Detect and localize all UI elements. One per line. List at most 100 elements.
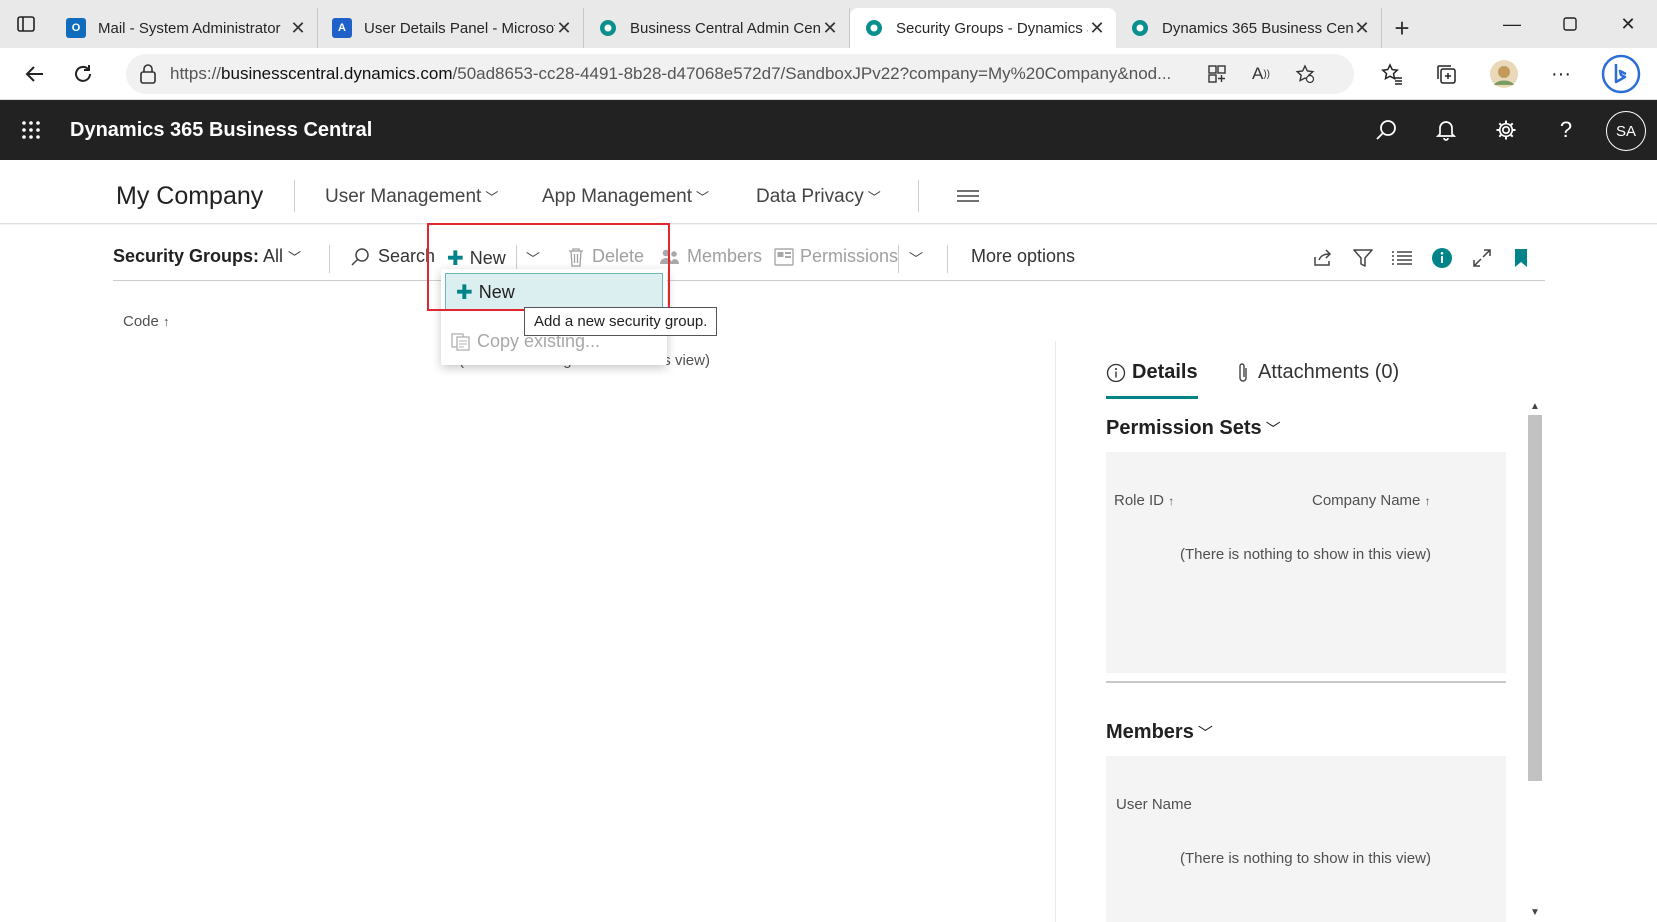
nav-separator: [294, 180, 295, 212]
share-icon: [1314, 249, 1332, 266]
share-button[interactable]: [1309, 244, 1337, 272]
more-options-button[interactable]: More options: [971, 246, 1075, 267]
action-separator: [898, 245, 899, 273]
column-header-company-name[interactable]: Company Name ↑: [1312, 492, 1431, 509]
collections-icon: [1437, 65, 1456, 84]
nav-app-management[interactable]: App Management ﹀: [542, 186, 709, 208]
people-icon: [660, 249, 679, 264]
browser-tab-admin-center[interactable]: Business Central Admin Center ✕: [584, 8, 850, 48]
browser-tab-mail[interactable]: O Mail - System Administrator ✕: [52, 8, 318, 48]
search-button[interactable]: [1361, 100, 1411, 160]
members-button[interactable]: Members: [659, 246, 762, 267]
permissions-icon: [774, 247, 794, 266]
nav-menu-button[interactable]: [957, 188, 979, 209]
back-arrow-icon: [25, 65, 43, 82]
nav-user-management[interactable]: User Management ﹀: [325, 186, 498, 208]
paperclip-icon: [1239, 362, 1247, 382]
outlook-icon: O: [66, 18, 86, 38]
nav-data-privacy[interactable]: Data Privacy ﹀: [756, 186, 881, 208]
address-bar[interactable]: https://businesscentral.dynamics.com/50a…: [126, 54, 1354, 94]
app-launcher-button[interactable]: [0, 120, 62, 140]
scroll-down-arrow-icon[interactable]: ▼: [1530, 907, 1540, 918]
page-caption: Security Groups:: [113, 246, 260, 266]
members-section-header[interactable]: Members ﹀: [1106, 721, 1213, 744]
section-divider: [1106, 681, 1506, 683]
chevron-down-icon: ﹀: [526, 251, 540, 267]
tab-actions-icon: [17, 16, 35, 32]
close-tab-icon[interactable]: ✕: [555, 18, 573, 39]
expand-icon: [1473, 249, 1491, 267]
refresh-button[interactable]: [60, 51, 106, 97]
filter-icon: [1353, 249, 1373, 267]
add-favorite-icon[interactable]: [1283, 54, 1327, 94]
column-header-code[interactable]: Code ↑: [123, 313, 170, 330]
bing-copilot-button[interactable]: [1598, 51, 1644, 97]
tab-actions-button[interactable]: [0, 0, 52, 48]
profile-button[interactable]: [1484, 54, 1524, 94]
bookmark-button[interactable]: [1507, 244, 1535, 272]
tab-details[interactable]: Details: [1106, 361, 1198, 384]
favorites-icon: [1381, 63, 1402, 85]
read-aloud-icon[interactable]: A)): [1239, 54, 1283, 94]
new-tab-button[interactable]: +: [1382, 8, 1422, 48]
user-avatar[interactable]: SA: [1606, 111, 1646, 151]
url-text[interactable]: https://businesscentral.dynamics.com/50a…: [170, 64, 1195, 84]
close-window-button[interactable]: ✕: [1598, 0, 1657, 48]
info-outline-icon: [1106, 363, 1126, 382]
close-tab-icon[interactable]: ✕: [1088, 18, 1106, 39]
info-icon: [1432, 248, 1452, 268]
list-view-button[interactable]: [1388, 244, 1416, 272]
bell-icon: [1436, 121, 1456, 141]
browser-tab-user-details[interactable]: A User Details Panel - Microsoft ✕: [318, 8, 584, 48]
scrollbar-thumb[interactable]: [1528, 415, 1542, 781]
business-central-icon: [864, 18, 884, 38]
app-title[interactable]: Dynamics 365 Business Central: [70, 119, 372, 142]
factbox-scrollbar[interactable]: ▲ ▼: [1526, 397, 1544, 922]
business-central-icon: [1130, 18, 1150, 38]
close-tab-icon[interactable]: ✕: [1353, 18, 1371, 39]
new-split-dropdown-button[interactable]: ﹀: [526, 249, 540, 269]
settings-button[interactable]: [1481, 100, 1531, 160]
permission-sets-section-header[interactable]: Permission Sets ﹀: [1106, 417, 1281, 440]
view-filter-button[interactable]: All ﹀: [263, 246, 301, 267]
factbox-toggle-button[interactable]: [1428, 244, 1456, 272]
scroll-up-arrow-icon[interactable]: ▲: [1530, 401, 1540, 412]
more-actions-dropdown-button[interactable]: ﹀: [909, 249, 923, 269]
maximize-button[interactable]: [1540, 0, 1600, 48]
profile-avatar-icon: [1490, 60, 1518, 88]
role-center-nav: My Company User Management ﹀ App Manageme…: [0, 160, 1657, 224]
help-button[interactable]: ?: [1541, 100, 1591, 160]
action-separator: [947, 245, 948, 273]
browser-tab-business-central[interactable]: Dynamics 365 Business Central ✕: [1116, 8, 1382, 48]
sort-ascending-icon: ↑: [1168, 494, 1175, 508]
app-available-icon[interactable]: [1195, 54, 1239, 94]
favorites-button[interactable]: [1372, 54, 1412, 94]
close-tab-icon[interactable]: ✕: [289, 18, 307, 39]
close-tab-icon[interactable]: ✕: [821, 18, 839, 39]
members-empty-message: (There is nothing to show in this view): [1180, 850, 1431, 867]
settings-more-button[interactable]: ···: [1541, 54, 1581, 94]
expand-button[interactable]: [1468, 244, 1496, 272]
tab-attachments[interactable]: Attachments (0): [1236, 361, 1399, 384]
back-button[interactable]: [12, 51, 58, 97]
permissions-button[interactable]: Permissions: [774, 246, 898, 267]
nav-separator: [918, 180, 919, 212]
menu-item-new[interactable]: ✚ New: [445, 273, 663, 311]
column-header-role-id[interactable]: Role ID ↑: [1114, 492, 1174, 509]
lock-icon[interactable]: [126, 64, 170, 84]
refresh-icon: [75, 64, 91, 82]
members-part: User Name (There is nothing to show in t…: [1106, 756, 1506, 922]
new-tooltip: Add a new security group.: [524, 307, 718, 336]
tab-title: Dynamics 365 Business Central: [1162, 19, 1353, 37]
collections-button[interactable]: [1426, 54, 1466, 94]
search-action-button[interactable]: Search: [350, 246, 435, 267]
search-icon: [1376, 120, 1396, 140]
delete-button[interactable]: Delete: [568, 246, 644, 267]
minimize-button[interactable]: —: [1482, 0, 1542, 48]
filter-button[interactable]: [1349, 244, 1377, 272]
new-button[interactable]: ✚ New: [447, 246, 506, 271]
browser-tab-security-groups[interactable]: Security Groups - Dynamics 365 ✕: [850, 8, 1116, 48]
plus-icon: ✚: [447, 248, 464, 270]
column-header-user-name[interactable]: User Name: [1116, 796, 1192, 813]
notifications-button[interactable]: [1421, 100, 1471, 160]
